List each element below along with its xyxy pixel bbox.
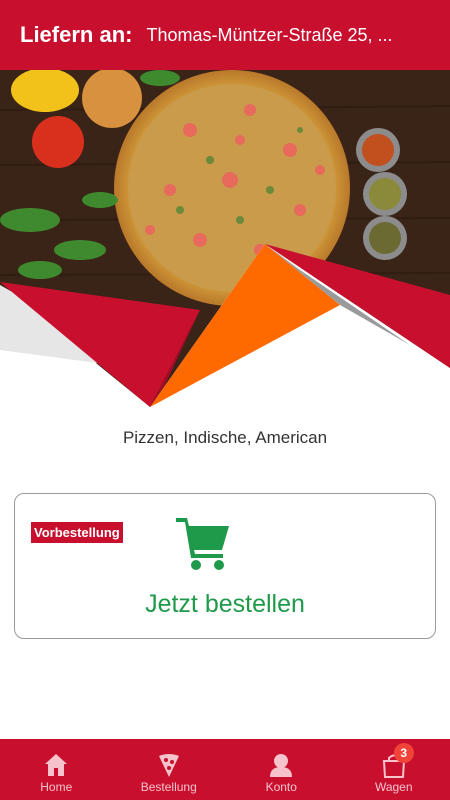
order-now-label: Jetzt bestellen	[145, 590, 305, 618]
nav-home[interactable]: Home	[0, 739, 113, 800]
app-screen: Liefern an: Thomas-Müntzer-Straße 25, ..…	[0, 0, 450, 800]
order-now-card[interactable]: Vorbestellung Jetzt bestellen	[14, 493, 436, 639]
preorder-badge: Vorbestellung	[31, 522, 123, 543]
delivery-label: Liefern an:	[20, 22, 133, 47]
nav-account-label: Konto	[265, 780, 297, 794]
pizza-banner-image	[0, 70, 450, 410]
cuisine-list: Pizzen, Indische, American	[122, 428, 328, 447]
user-icon	[270, 754, 293, 777]
nav-home-label: Home	[40, 780, 73, 794]
pizza-slice-icon	[158, 754, 179, 777]
nav-orders-label: Bestellung	[140, 780, 197, 794]
bottom-navigation: Home Bestellung Konto Wagen 3	[0, 739, 450, 800]
delivery-address[interactable]: Thomas-Müntzer-Straße 25, ...	[146, 25, 392, 46]
nav-cart-label: Wagen	[374, 780, 413, 794]
home-icon	[45, 754, 68, 776]
nav-orders[interactable]: Bestellung	[113, 739, 226, 800]
cart-count-badge: 3	[393, 743, 414, 763]
nav-cart[interactable]: Wagen 3	[338, 739, 450, 800]
delivery-header[interactable]: Liefern an: Thomas-Müntzer-Straße 25, ..…	[0, 0, 450, 70]
nav-account[interactable]: Konto	[225, 739, 338, 800]
shopping-cart-icon	[176, 518, 229, 570]
hero-banner	[0, 70, 450, 410]
